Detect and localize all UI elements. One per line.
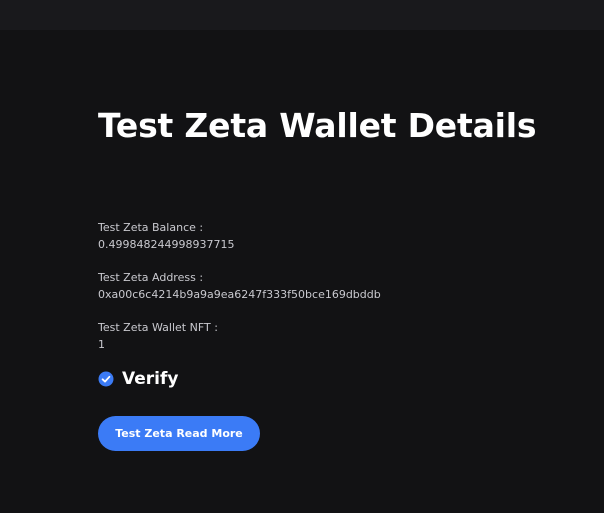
address-field: Test Zeta Address : 0xa00c6c4214b9a9a9ea…	[98, 269, 381, 303]
balance-label: Test Zeta Balance :	[98, 221, 204, 234]
nft-label: Test Zeta Wallet NFT :	[98, 321, 218, 334]
read-more-button[interactable]: Test Zeta Read More	[98, 416, 260, 451]
address-value: 0xa00c6c4214b9a9a9ea6247f333f50bce169dbd…	[98, 288, 381, 301]
verify-label: Verify	[122, 369, 179, 389]
verify-status: Verify	[98, 369, 178, 389]
check-circle-icon	[98, 371, 114, 387]
top-bar	[0, 0, 604, 30]
nft-value: 1	[98, 338, 105, 351]
page-title: Test Zeta Wallet Details	[98, 106, 537, 145]
address-label: Test Zeta Address :	[98, 271, 204, 284]
nft-field: Test Zeta Wallet NFT : 1	[98, 319, 218, 353]
balance-field: Test Zeta Balance : 0.499848244998937715	[98, 219, 234, 253]
wallet-details-panel: Test Zeta Wallet Details Test Zeta Balan…	[98, 106, 578, 451]
balance-value: 0.499848244998937715	[98, 238, 235, 251]
